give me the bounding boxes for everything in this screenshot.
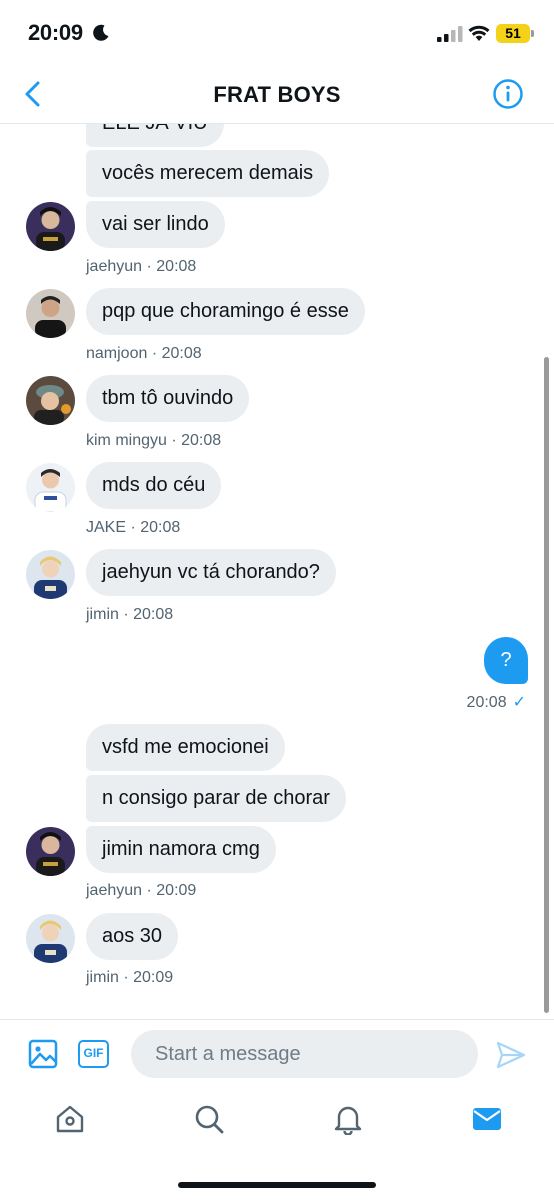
gif-icon[interactable]: GIF bbox=[78, 1040, 109, 1068]
info-icon[interactable] bbox=[492, 78, 524, 110]
battery-nub bbox=[531, 30, 534, 37]
home-indicator[interactable] bbox=[178, 1182, 376, 1188]
avatar-jake[interactable] bbox=[26, 463, 75, 512]
message-meta: namjoon · 20:08 bbox=[86, 345, 202, 362]
message-meta: jaehyun · 20:08 bbox=[86, 258, 197, 275]
avatar-jimin[interactable] bbox=[26, 550, 75, 599]
conversation-header: FRAT BOYS bbox=[0, 66, 554, 124]
avatar-kim-mingyu[interactable] bbox=[26, 376, 75, 425]
cellular-signal-icon bbox=[437, 26, 463, 42]
send-icon[interactable] bbox=[496, 1041, 526, 1069]
sent-time: 20:08 bbox=[466, 694, 507, 711]
bell-icon[interactable] bbox=[332, 1103, 364, 1135]
status-bar: 20:09 51 bbox=[0, 0, 554, 66]
checkmark-icon: ✓ bbox=[512, 694, 526, 711]
message-bubble[interactable]: mds do céu bbox=[86, 462, 222, 509]
message-meta: jaehyun · 20:09 bbox=[86, 882, 197, 899]
message-meta: kim mingyu · 20:08 bbox=[86, 432, 222, 449]
image-icon[interactable] bbox=[28, 1039, 58, 1069]
sent-message-meta: 20:08 ✓ bbox=[467, 692, 526, 712]
message-composer: GIF bbox=[0, 1019, 554, 1089]
avatar-jaehyun[interactable] bbox=[26, 827, 75, 876]
conversation-title: FRAT BOYS bbox=[213, 82, 341, 107]
message-bubble[interactable]: aos 30 bbox=[86, 913, 179, 960]
message-meta: jimin · 20:08 bbox=[86, 606, 174, 623]
message-bubble[interactable]: jimin namora cmg bbox=[86, 826, 276, 873]
avatar-jaehyun[interactable] bbox=[26, 202, 75, 251]
avatar-jimin[interactable] bbox=[26, 914, 75, 963]
message-bubble[interactable]: jaehyun vc tá chorando? bbox=[86, 549, 336, 596]
message-meta: jimin · 20:09 bbox=[86, 969, 174, 986]
battery-indicator: 51 bbox=[496, 24, 530, 43]
message-input[interactable] bbox=[131, 1030, 478, 1078]
sent-message-bubble[interactable]: ? bbox=[484, 637, 528, 684]
message-bubble[interactable]: vsfd me emocionei bbox=[86, 724, 285, 771]
message-bubble[interactable]: pqp que choramingo é esse bbox=[86, 288, 365, 335]
moon-icon bbox=[93, 24, 109, 41]
status-time: 20:09 bbox=[28, 20, 83, 45]
message-bubble[interactable]: tbm tô ouvindo bbox=[86, 375, 250, 422]
mail-icon[interactable] bbox=[471, 1103, 503, 1135]
message-meta: JAKE · 20:08 bbox=[86, 519, 181, 536]
scrollbar[interactable] bbox=[544, 357, 549, 1013]
message-list[interactable]: ELE JÁ VIU vocês merecem demais vai ser … bbox=[0, 124, 554, 1019]
wifi-icon bbox=[468, 25, 490, 41]
avatar-namjoon[interactable] bbox=[26, 289, 75, 338]
message-bubble[interactable]: vocês merecem demais bbox=[86, 150, 330, 197]
message-bubble[interactable]: n consigo parar de chorar bbox=[86, 775, 346, 822]
message-bubble[interactable]: vai ser lindo bbox=[86, 201, 225, 248]
search-icon[interactable] bbox=[193, 1103, 225, 1135]
message-bubble[interactable]: ELE JÁ VIU bbox=[86, 124, 224, 147]
home-icon[interactable] bbox=[54, 1103, 86, 1135]
